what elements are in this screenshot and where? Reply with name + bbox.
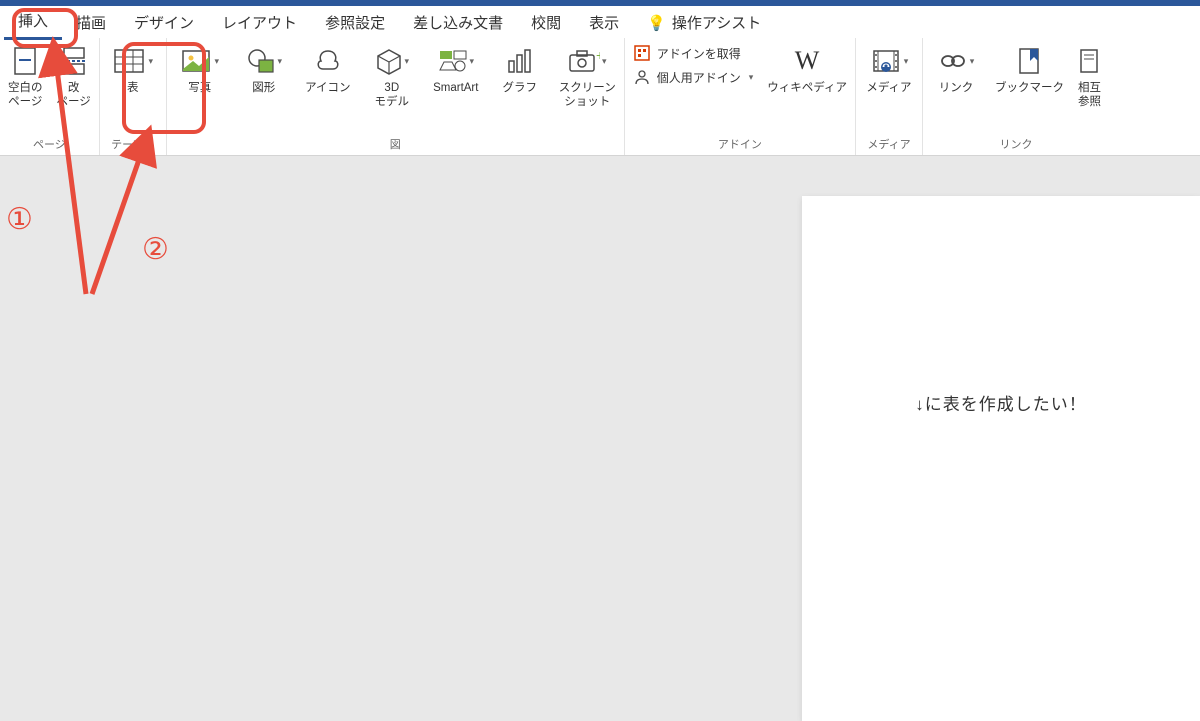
link-icon: ▾ xyxy=(938,44,975,78)
bookmark-icon xyxy=(1016,44,1042,78)
group-links-label: リンク xyxy=(931,132,1101,152)
chevron-down-icon: ▾ xyxy=(970,56,975,67)
chevron-down-icon: ▾ xyxy=(278,56,283,67)
tab-assist-label: 操作アシスト xyxy=(672,15,761,32)
tab-assist[interactable]: 💡 操作アシスト xyxy=(633,6,775,39)
tab-insert[interactable]: 挿入 xyxy=(4,4,62,40)
film-icon: ▾ xyxy=(870,44,909,78)
group-media: ▾ メディア メディア xyxy=(856,38,923,155)
cube-icon: ▾ xyxy=(375,44,410,78)
crossref-icon xyxy=(1078,44,1100,78)
chevron-down-icon: ▾ xyxy=(149,56,154,67)
tab-review[interactable]: 校閲 xyxy=(517,6,575,39)
blank-page-icon xyxy=(11,44,39,78)
page-break-label: 改 ページ xyxy=(57,82,91,110)
group-pages-label: ページ xyxy=(8,132,91,152)
svg-text:+: + xyxy=(596,48,600,63)
pictures-button[interactable]: ▾ 写真 xyxy=(175,44,225,96)
chevron-down-icon: ▾ xyxy=(749,72,754,83)
table-label: 表 xyxy=(127,82,139,96)
get-addins-label: アドインを取得 xyxy=(657,45,741,62)
ribbon-tabs: 挿入 描画 デザイン レイアウト 参照設定 差し込み文書 校閲 表示 💡 操作アシ… xyxy=(0,6,1200,38)
chart-icon xyxy=(506,44,534,78)
group-illustrations: ▾ 写真 ▾ 図形 アイコン ▾ xyxy=(167,38,625,155)
camera-icon: + ▾ xyxy=(568,44,607,78)
wikipedia-icon: W xyxy=(790,44,824,78)
blank-page-button[interactable]: 空白の ページ xyxy=(8,44,43,110)
chevron-down-icon: ▾ xyxy=(215,56,220,67)
tab-draw[interactable]: 描画 xyxy=(62,6,120,39)
blank-page-label: 空白の ページ xyxy=(8,82,43,110)
table-icon: ▾ xyxy=(113,44,154,78)
icons-icon xyxy=(313,44,343,78)
smartart-button[interactable]: ▾ SmartArt xyxy=(431,44,481,96)
tab-mailings[interactable]: 差し込み文書 xyxy=(399,6,517,39)
icons-button[interactable]: アイコン xyxy=(303,44,353,96)
bookmark-label: ブックマーク xyxy=(995,82,1064,96)
media-label: メディア xyxy=(866,82,911,96)
chevron-down-icon: ▾ xyxy=(405,56,410,67)
svg-text:W: W xyxy=(795,47,820,75)
bookmark-button[interactable]: ブックマーク xyxy=(995,44,1064,96)
chart-button[interactable]: グラフ xyxy=(495,44,545,96)
group-tables: ▾ 表 テーブル xyxy=(100,38,167,155)
tab-design[interactable]: デザイン xyxy=(120,6,208,39)
group-addins: アドインを取得 個人用アドイン ▾ W ウィキペディア アドイン xyxy=(625,38,856,155)
link-label: リンク xyxy=(939,82,974,96)
crossref-button[interactable]: 相互 参照 xyxy=(1078,44,1101,110)
annotation-number-1: ① xyxy=(6,202,33,237)
smartart-icon: ▾ xyxy=(438,44,475,78)
smartart-label: SmartArt xyxy=(433,82,478,96)
lightbulb-icon: 💡 xyxy=(647,15,666,32)
chevron-down-icon: ▾ xyxy=(470,56,475,67)
my-addins-button[interactable]: 個人用アドイン ▾ xyxy=(633,68,754,86)
tab-layout[interactable]: レイアウト xyxy=(208,6,311,39)
group-links: ▾ リンク ブックマーク 相互 参照 リンク xyxy=(923,38,1109,155)
pictures-label: 写真 xyxy=(188,82,211,96)
group-media-label: メディア xyxy=(864,132,914,152)
shapes-icon: ▾ xyxy=(246,44,283,78)
shapes-button[interactable]: ▾ 図形 xyxy=(239,44,289,96)
document-page[interactable]: ↓に表を作成したい！ xyxy=(802,196,1200,721)
document-text: ↓に表を作成したい！ xyxy=(802,390,1200,415)
table-button[interactable]: ▾ 表 xyxy=(108,44,158,96)
3dmodel-button[interactable]: ▾ 3D モデル xyxy=(367,44,417,110)
icons-label: アイコン xyxy=(305,82,350,96)
page-break-button[interactable]: 改 ページ xyxy=(57,44,91,110)
wikipedia-button[interactable]: W ウィキペディア xyxy=(767,44,847,96)
wikipedia-label: ウィキペディア xyxy=(767,82,847,96)
ribbon: 空白の ページ 改 ページ ページ ▾ 表 テーブル xyxy=(0,38,1200,156)
annotation-number-2: ② xyxy=(142,232,169,267)
shapes-label: 図形 xyxy=(252,82,275,96)
media-button[interactable]: ▾ メディア xyxy=(864,44,914,96)
chevron-down-icon: ▾ xyxy=(904,56,909,67)
link-button[interactable]: ▾ リンク xyxy=(931,44,981,96)
pictures-icon: ▾ xyxy=(181,44,220,78)
3dmodel-label: 3D モデル xyxy=(375,82,410,110)
document-canvas[interactable]: ↓に表を作成したい！ ① ② xyxy=(0,156,1200,721)
my-addins-label: 個人用アドイン xyxy=(657,69,741,86)
group-addins-label: アドイン xyxy=(633,132,847,152)
tab-references[interactable]: 参照設定 xyxy=(311,6,399,39)
person-icon xyxy=(633,68,651,86)
get-addins-button[interactable]: アドインを取得 xyxy=(633,44,754,62)
group-tables-label: テーブル xyxy=(108,132,158,152)
group-pages: 空白の ページ 改 ページ ページ xyxy=(0,38,100,155)
tab-view[interactable]: 表示 xyxy=(575,6,633,39)
screenshot-button[interactable]: + ▾ スクリーン ショット xyxy=(559,44,616,110)
crossref-label: 相互 参照 xyxy=(1078,82,1101,110)
chart-label: グラフ xyxy=(503,82,538,96)
chevron-down-icon: ▾ xyxy=(602,56,607,67)
screenshot-label: スクリーン ショット xyxy=(559,82,616,110)
page-break-icon xyxy=(60,44,88,78)
store-icon xyxy=(633,44,651,62)
group-illustrations-label: 図 xyxy=(175,132,616,152)
